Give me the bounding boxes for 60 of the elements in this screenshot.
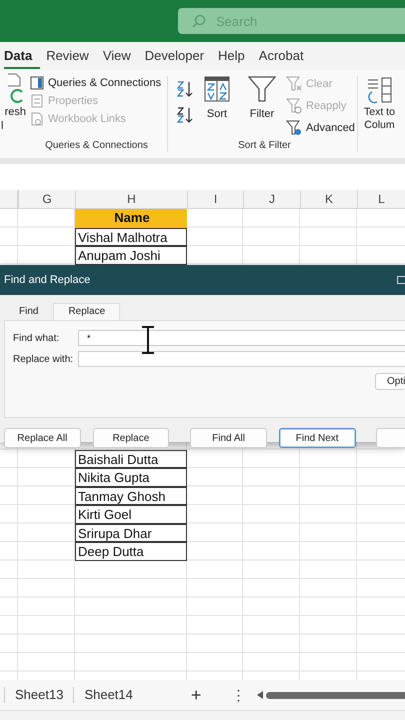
column-header[interactable]: I	[187, 190, 243, 208]
field-label: Replace with:	[13, 354, 74, 364]
filter-button[interactable]: Filter	[242, 76, 282, 140]
sort-ascending-icon[interactable]	[176, 80, 194, 98]
text-to-columns-button[interactable]: Text to Colum	[364, 76, 395, 158]
sort-icon	[204, 76, 230, 102]
dialog-button[interactable]: Find All	[190, 428, 267, 448]
funnel-icon	[248, 76, 276, 102]
table-cell: Kirti Goel	[75, 505, 187, 524]
column-header[interactable]: H	[75, 190, 187, 208]
table-cell: Tanmay Ghosh	[75, 486, 187, 505]
refresh-label[interactable]: resh	[4, 106, 26, 118]
sort-descending-icon[interactable]	[176, 106, 194, 124]
header-cell: Name	[75, 209, 187, 228]
find-what-field[interactable]: *	[78, 330, 405, 346]
sheet-tab[interactable]: Sheet14	[73, 687, 143, 703]
funnel-icon	[286, 98, 302, 114]
dialog-tab[interactable]: Replace	[53, 303, 120, 320]
dialog-button[interactable]: Replace	[92, 428, 170, 448]
column-header[interactable]: G	[18, 190, 75, 208]
ribbon-tab[interactable]: View	[102, 44, 139, 68]
dialog-button[interactable]: Replace All	[4, 428, 81, 448]
add-sheet-button[interactable]: +	[190, 684, 202, 706]
group-label: Sort & Filter	[237, 140, 292, 152]
field-label: Find what:	[13, 332, 60, 344]
ribbon-tab[interactable]: Developer	[144, 44, 212, 68]
search-icon	[192, 14, 206, 28]
ribbon-button[interactable]: Queries & Connections	[30, 76, 162, 90]
funnel-icon	[286, 120, 302, 136]
more-button[interactable]: ⋮	[231, 687, 246, 703]
table-cell: Deep Dutta	[75, 542, 187, 560]
column-header[interactable]: K	[300, 190, 357, 208]
group-label: Queries & Connections	[44, 140, 149, 152]
options-button[interactable]: Opti	[375, 373, 405, 390]
dialog-tab[interactable]: Find	[4, 303, 54, 320]
text-cursor-icon	[141, 326, 155, 354]
table-cell: Nikita Gupta	[75, 468, 187, 486]
ribbon-tab[interactable]: Acrobat	[258, 44, 312, 68]
dialog-title: Find and Replace	[4, 274, 90, 286]
ribbon-button[interactable]: Advanced	[286, 120, 355, 136]
document-link-icon	[30, 112, 44, 126]
ribbon-tab[interactable]: Help	[218, 44, 253, 68]
sheet-tab[interactable]: Sheet13	[4, 687, 74, 703]
table-cell: Baishali Dutta	[75, 450, 187, 468]
refresh-label[interactable]: l	[1, 120, 4, 132]
table-cell: Vishal Malhotra	[75, 228, 187, 246]
replace-with-field[interactable]	[78, 351, 405, 367]
properties-icon	[30, 94, 44, 108]
column-header[interactable]: J	[243, 190, 300, 208]
queries-icon	[30, 76, 44, 90]
ribbon-tab[interactable]: Review	[46, 44, 97, 68]
table-cell: Srirupa Dhar	[75, 524, 187, 542]
funnel-icon	[286, 76, 302, 92]
column-header[interactable]: L	[357, 190, 405, 208]
table-cell: Anupam Joshi	[75, 246, 187, 264]
scroll-left-icon[interactable]	[257, 691, 264, 699]
maximize-icon[interactable]	[397, 276, 405, 284]
sort-button[interactable]: Sort	[198, 76, 236, 140]
dialog-button[interactable]: Find Next	[278, 428, 356, 448]
scrollbar-thumb[interactable]	[266, 692, 405, 698]
